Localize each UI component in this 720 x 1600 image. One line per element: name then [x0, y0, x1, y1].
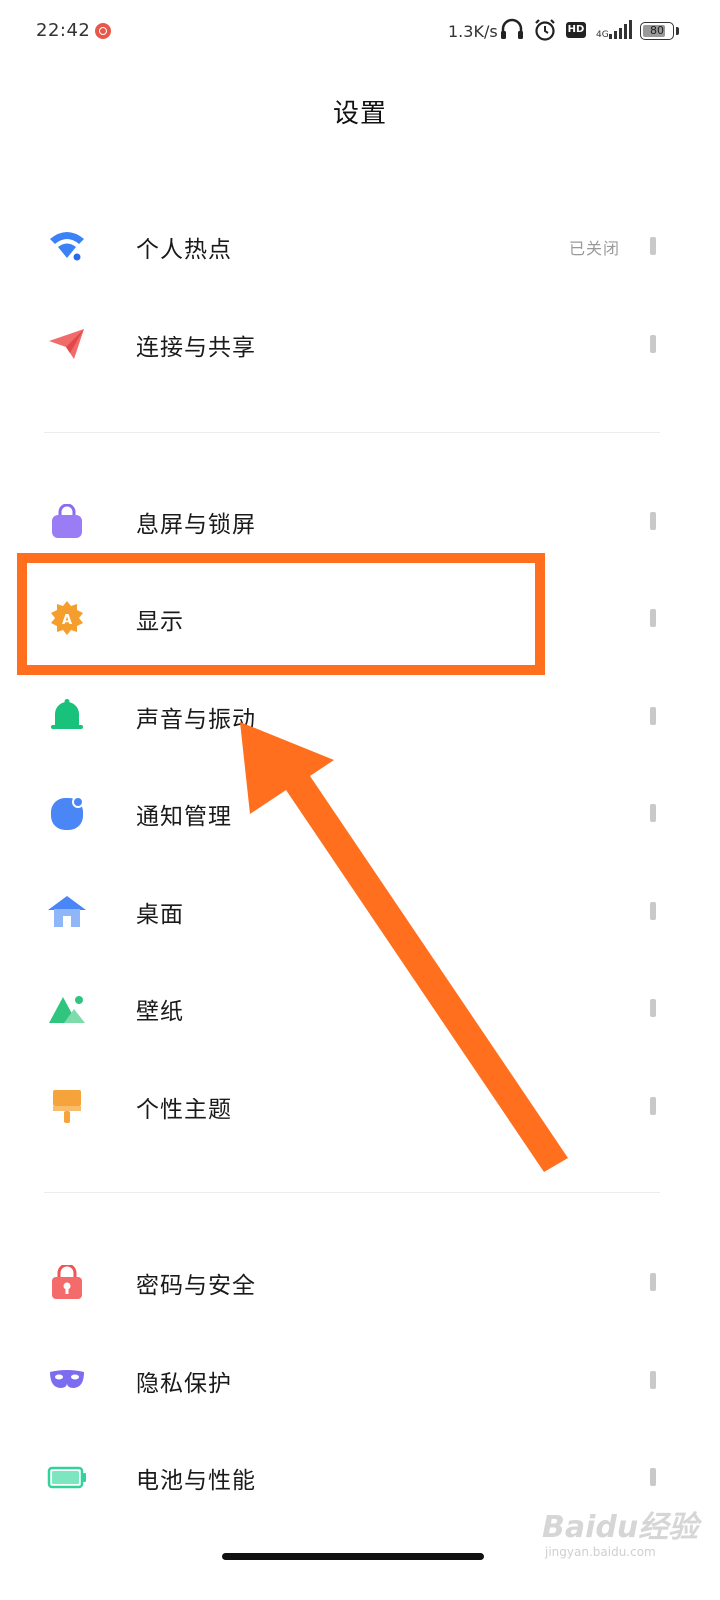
arrow-annotation — [240, 722, 568, 1172]
watermark-url: jingyan.baidu.com — [545, 1545, 656, 1559]
watermark-logo: Baidu经验 — [542, 1510, 699, 1545]
home-indicator[interactable] — [222, 1553, 484, 1560]
